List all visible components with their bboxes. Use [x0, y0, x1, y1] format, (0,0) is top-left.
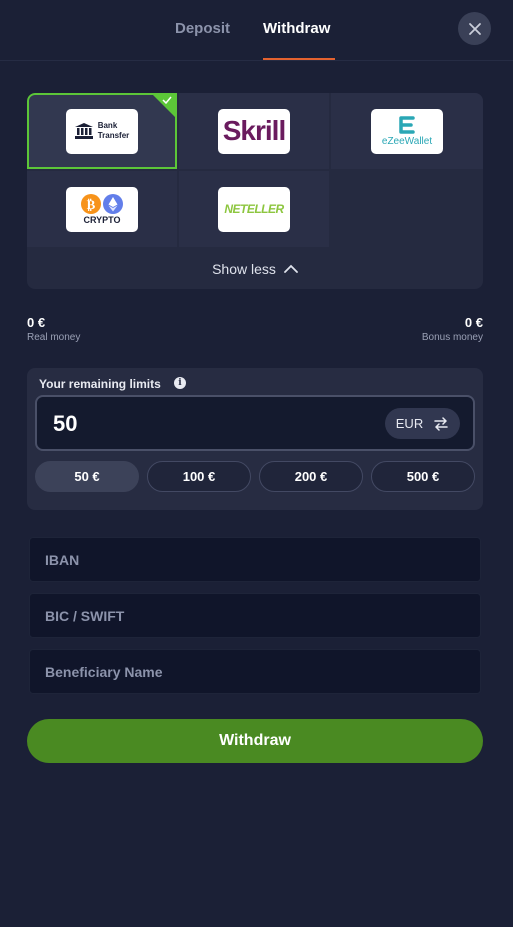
real-money-amount: 0 € [27, 315, 46, 330]
skrill-logo-text: Skrill [222, 115, 286, 146]
close-icon [468, 22, 481, 35]
crypto-logo: ₿ CRYPTO [66, 186, 138, 232]
check-icon [162, 96, 172, 104]
quick-amount-500[interactable]: 500 € [371, 461, 475, 492]
ezeewallet-logo-text: eZeeWallet [381, 135, 433, 147]
method-bank-transfer[interactable]: Bank Transfer [27, 93, 177, 169]
quick-amount-50[interactable]: 50 € [35, 461, 139, 492]
chevron-up-icon [284, 264, 298, 273]
svg-text:₿: ₿ [87, 198, 96, 213]
quick-amount-100[interactable]: 100 € [147, 461, 251, 492]
bank-logo-line2: Transfer [97, 131, 130, 140]
amount-value: 50 [53, 411, 78, 436]
swap-icon [434, 416, 448, 431]
amount-input[interactable]: 50 EUR [35, 395, 475, 451]
bank-transfer-logo: Bank Transfer [66, 108, 138, 154]
ezee-icon [399, 115, 415, 134]
bonus-money-amount: 0 € [464, 315, 483, 330]
show-less-label: Show less [212, 260, 276, 277]
neteller-logo: NETELLER [218, 186, 290, 232]
bank-logo-line1: Bank [97, 121, 118, 130]
ezeewallet-logo: eZeeWallet [371, 108, 443, 154]
crypto-logo-text: CRYPTO [83, 214, 121, 225]
limits-card: Your remaining limits i 50 EUR 50 € 100 … [27, 368, 483, 510]
method-ezeewallet[interactable]: eZeeWallet [331, 93, 483, 169]
close-button[interactable] [458, 12, 491, 45]
ethereum-icon [103, 193, 123, 214]
withdraw-button[interactable]: Withdraw [27, 719, 483, 763]
method-crypto[interactable]: ₿ CRYPTO [27, 171, 177, 247]
bitcoin-icon: ₿ [81, 193, 101, 214]
currency-label: EUR [395, 416, 424, 431]
active-tab-indicator [263, 58, 335, 60]
header: Deposit Withdraw [0, 0, 513, 61]
iban-field[interactable] [29, 537, 481, 582]
tab-withdraw[interactable]: Withdraw [263, 20, 330, 37]
currency-selector[interactable]: EUR [385, 408, 460, 439]
bank-icon [74, 123, 93, 139]
tab-deposit[interactable]: Deposit [175, 20, 230, 37]
beneficiary-name-field[interactable] [29, 649, 481, 694]
bic-swift-field[interactable] [29, 593, 481, 638]
bonus-money-label: Bonus money [421, 332, 483, 343]
method-skrill[interactable]: Skrill [179, 93, 329, 169]
quick-amount-200[interactable]: 200 € [259, 461, 363, 492]
limits-title: Your remaining limits [39, 377, 161, 391]
info-icon[interactable]: i [174, 377, 186, 389]
method-neteller[interactable]: NETELLER [179, 171, 329, 247]
show-less-toggle[interactable]: Show less [27, 248, 483, 289]
neteller-logo-text: NETELLER [224, 202, 284, 216]
skrill-logo: Skrill [218, 108, 290, 154]
real-money-label: Real money [27, 332, 81, 343]
payment-methods-grid: Bank Transfer Skrill eZeeWallet ₿ CRYPTO… [27, 93, 483, 289]
